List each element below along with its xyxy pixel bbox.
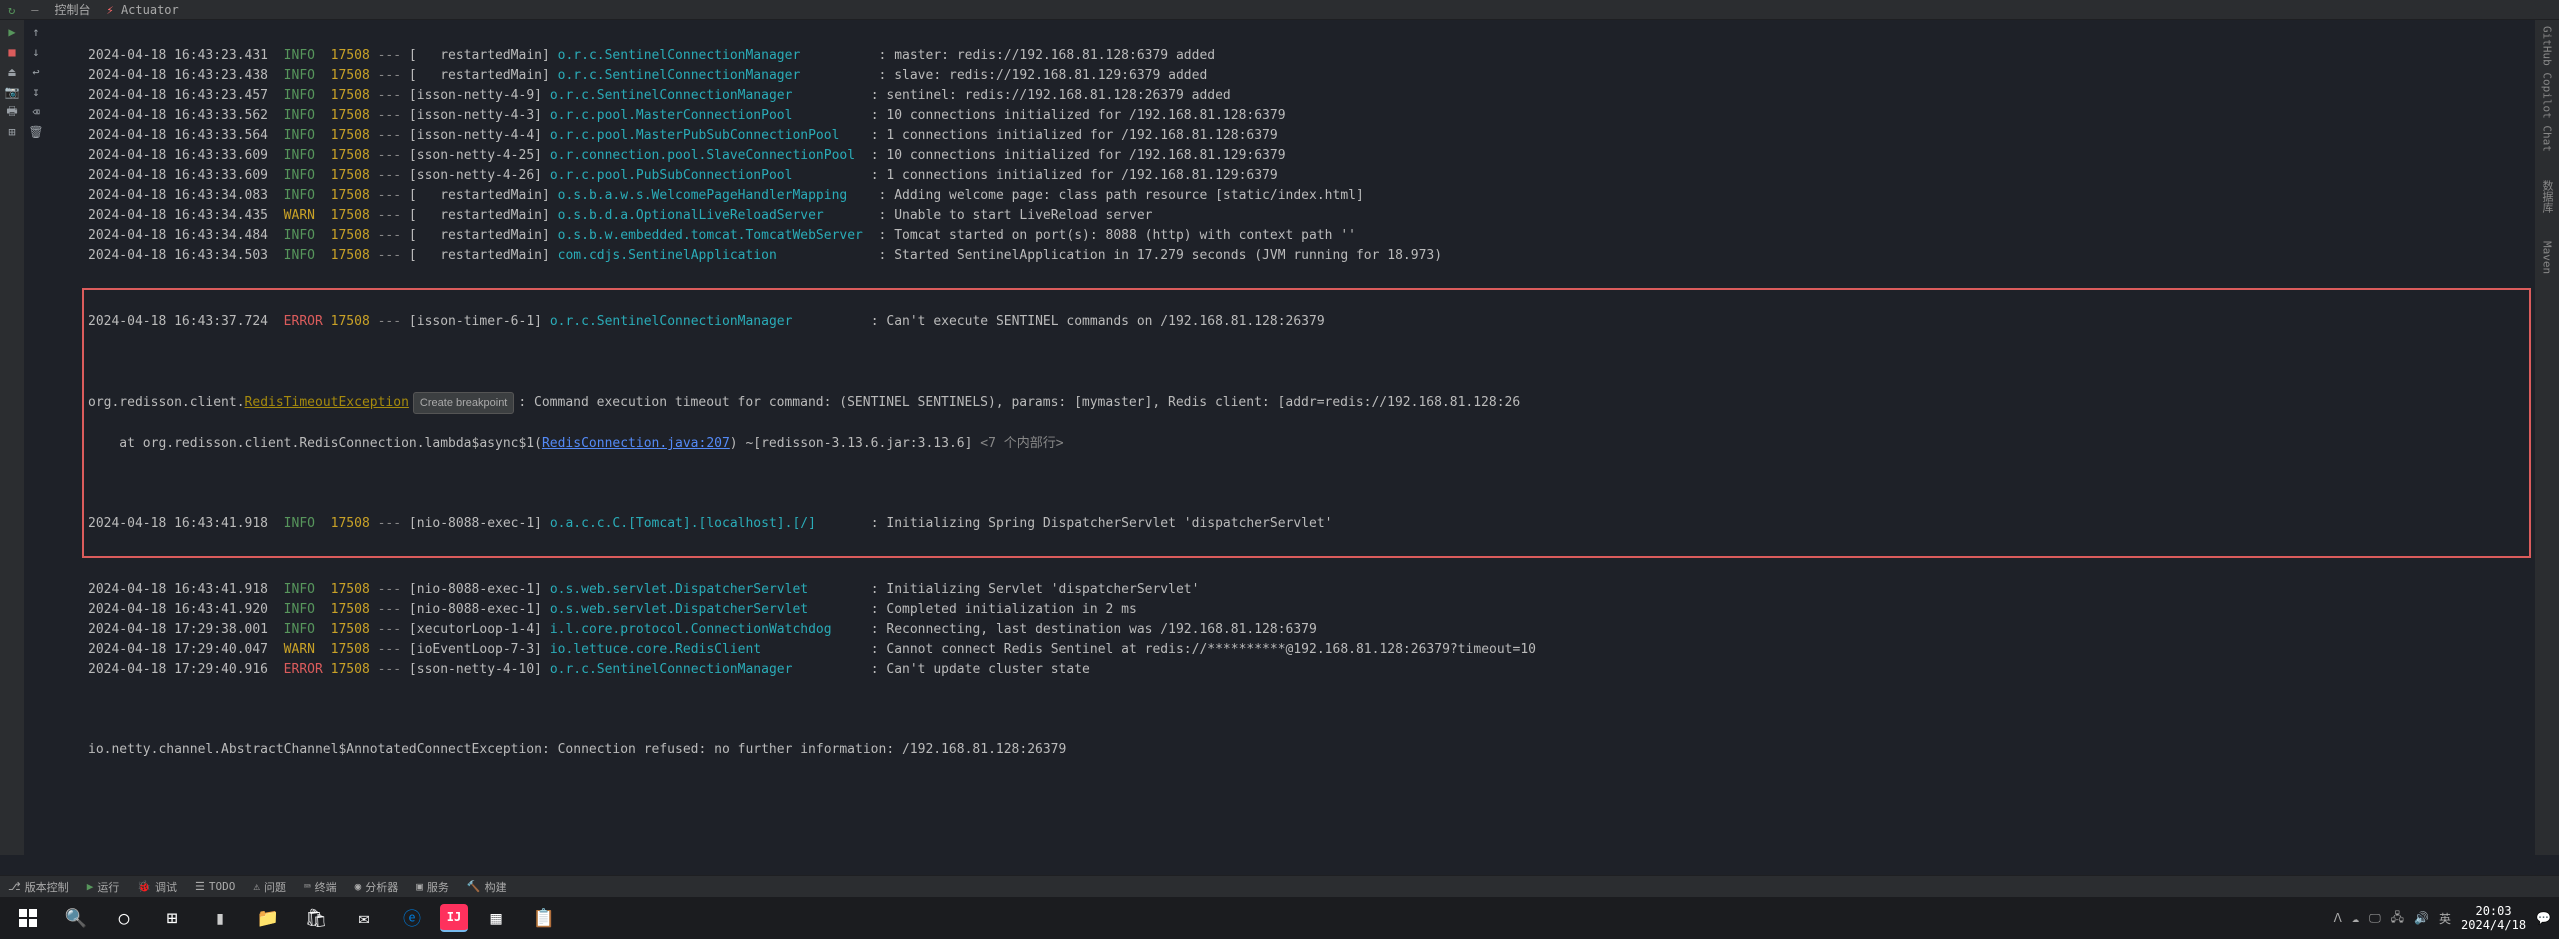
print-icon[interactable]: 🖶 [4,104,20,120]
log-line: 2024-04-18 17:29:40.047 WARN 17508 --- [… [88,640,2525,660]
trash-icon[interactable]: 🗑 [28,124,44,140]
scroll-to-end-icon[interactable]: ↧ [28,84,44,100]
log-line: 2024-04-18 16:43:33.564 INFO 17508 --- [… [88,126,2525,146]
intellij-icon[interactable]: IJ [440,904,468,932]
terminal-app-icon[interactable]: ▮ [200,898,240,938]
cortana-icon[interactable]: ○ [104,898,144,938]
todo-icon: ☰ [195,880,205,893]
run-tool-gutter-2: ↑ ↓ ↩ ↧ ⌫ 🗑 [24,20,48,855]
right-side-tabs: GitHub Copilot Chat 数据库 Maven [2535,20,2559,855]
ime-indicator[interactable]: 英 [2439,910,2451,927]
log-line: 2024-04-18 16:43:23.457 INFO 17508 --- [… [88,86,2525,106]
onedrive-icon[interactable]: ☁ [2352,911,2359,925]
down-arrow-icon[interactable]: ↓ [28,44,44,60]
run-tab[interactable]: ▶运行 [87,879,120,895]
explorer-icon[interactable]: 📁 [248,898,288,938]
search-icon[interactable]: 🔍 [56,898,96,938]
log-line: 2024-04-18 16:43:34.435 WARN 17508 --- [… [88,206,2525,226]
log-line: 2024-04-18 16:43:23.431 INFO 17508 --- [… [88,46,2525,66]
hide-icon[interactable]: — [31,3,38,17]
exception-class-link[interactable]: RedisTimeoutException [245,395,409,410]
log-line: 2024-04-18 16:43:34.503 INFO 17508 --- [… [88,246,2525,266]
final-exception-line: io.netty.channel.AbstractChannel$Annotat… [88,740,2525,760]
terminal-tab[interactable]: ⌨终端 [304,879,337,895]
error-highlight-box: 2024-04-18 16:43:37.724 ERROR 17508 --- … [82,288,2531,558]
bottom-tool-bar: ⎇版本控制 ▶运行 🐞调试 ☰TODO ⚠问题 ⌨终端 ◉分析器 ▣服务 🔨构建 [0,875,2559,897]
task-view-icon[interactable]: ⊞ [152,898,192,938]
network-icon[interactable]: 🖧 [2391,908,2404,929]
monitor-icon[interactable]: 🖵 [2369,911,2381,926]
log-line: 2024-04-18 16:43:41.918 INFO 17508 --- [… [88,580,2525,600]
vmware-icon[interactable]: ▦ [476,898,516,938]
tab-console[interactable]: 控制台 [54,1,90,18]
start-button[interactable] [8,898,48,938]
maven-tab[interactable]: Maven [2539,235,2556,280]
soft-wrap-icon[interactable]: ↩ [28,64,44,80]
services-icon: ▣ [416,880,423,893]
bug-icon: 🐞 [137,880,151,893]
chevron-up-icon[interactable]: ᐱ [2334,911,2342,925]
todo-tab[interactable]: ☰TODO [195,880,235,893]
clear-icon[interactable]: ⌫ [28,104,44,120]
stop-icon[interactable]: ■ [4,44,20,60]
up-arrow-icon[interactable]: ↑ [28,24,44,40]
create-breakpoint-badge[interactable]: Create breakpoint [413,392,514,414]
volume-icon[interactable]: 🔊 [2414,911,2429,925]
run-tool-gutter: ▶ ■ ⏏ 📷 🖶 ⊞ [0,20,24,855]
log-line: 2024-04-18 16:43:34.083 INFO 17508 --- [… [88,186,2525,206]
system-tray: ᐱ ☁ 🖵 🖧 🔊 英 20:03 2024/4/18 💬 [2334,904,2551,932]
problems-tab[interactable]: ⚠问题 [253,879,286,895]
windows-taskbar: 🔍 ○ ⊞ ▮ 📁 🛍 ✉ ⓔ IJ ▦ 📋 ᐱ ☁ 🖵 🖧 🔊 英 20:03… [0,897,2559,939]
services-tab[interactable]: ▣服务 [416,879,449,895]
exit-icon[interactable]: ⏏ [4,64,20,80]
play-icon: ▶ [87,880,94,893]
actuator-icon: ⚡ [106,3,113,17]
branch-icon: ⎇ [8,880,21,893]
camera-icon[interactable]: 📷 [4,84,20,100]
warning-icon: ⚠ [253,880,260,893]
log-line: 2024-04-18 17:29:40.916 ERROR 17508 --- … [88,660,2525,680]
copilot-tab[interactable]: GitHub Copilot Chat [2539,20,2556,158]
mail-icon[interactable]: ✉ [344,898,384,938]
edge-icon[interactable]: ⓔ [392,898,432,938]
log-line: 2024-04-18 16:43:33.609 INFO 17508 --- [… [88,166,2525,186]
store-icon[interactable]: 🛍 [296,898,336,938]
database-tab[interactable]: 数据库 [2537,174,2557,219]
tab-actuator[interactable]: ⚡ Actuator [106,3,178,17]
profiler-tab[interactable]: ◉分析器 [355,879,399,895]
console-output[interactable]: 2024-04-18 16:43:23.431 INFO 17508 --- [… [72,20,2535,855]
rerun-icon[interactable]: ▶ [4,24,20,40]
hammer-icon: 🔨 [467,880,481,893]
source-link[interactable]: RedisConnection.java:207 [542,436,730,451]
version-control-tab[interactable]: ⎇版本控制 [8,879,69,895]
log-line: 2024-04-18 16:43:33.609 INFO 17508 --- [… [88,146,2525,166]
layout-icon[interactable]: ⊞ [4,124,20,140]
folded-frames[interactable]: <7 个内部行> [980,436,1063,451]
log-line: 2024-04-18 16:43:23.438 INFO 17508 --- [… [88,66,2525,86]
log-line: 2024-04-18 16:43:33.562 INFO 17508 --- [… [88,106,2525,126]
log-line: 2024-04-18 16:43:41.920 INFO 17508 --- [… [88,600,2525,620]
notification-icon[interactable]: 💬 [2536,911,2551,925]
terminal-icon: ⌨ [304,880,311,893]
build-tab[interactable]: 🔨构建 [467,879,507,895]
console-tabs-bar: ↻ — 控制台 ⚡ Actuator [0,0,2559,20]
taskbar-clock[interactable]: 20:03 2024/4/18 [2461,904,2526,932]
rerun-icon[interactable]: ↻ [8,3,15,17]
log-line: 2024-04-18 16:43:34.484 INFO 17508 --- [… [88,226,2525,246]
log-line: 2024-04-18 17:29:38.001 INFO 17508 --- [… [88,620,2525,640]
app-icon[interactable]: 📋 [524,898,564,938]
profiler-icon: ◉ [355,880,362,893]
debug-tab[interactable]: 🐞调试 [137,879,177,895]
